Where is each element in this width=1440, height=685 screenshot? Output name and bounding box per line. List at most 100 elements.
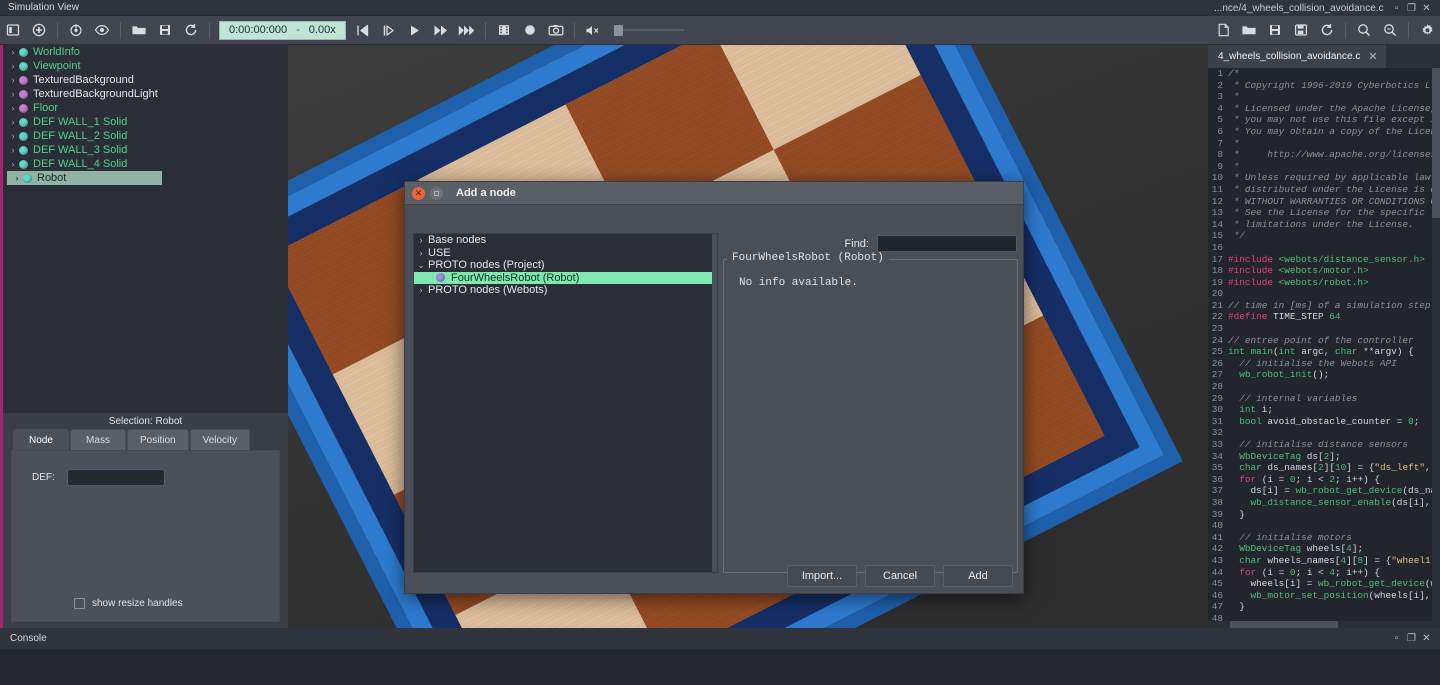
save-icon[interactable] xyxy=(152,19,178,41)
chevron-right-icon[interactable]: › xyxy=(7,159,19,169)
line-number: 1 xyxy=(1208,68,1228,80)
run-icon[interactable] xyxy=(454,19,480,41)
code-editor-area[interactable]: 1/* 2 * Copyright 1996-2019 Cyberbotics L… xyxy=(1208,68,1440,628)
chevron-right-icon[interactable]: › xyxy=(7,131,19,141)
replace-icon[interactable] xyxy=(1377,19,1403,41)
close-icon[interactable]: ✕ xyxy=(412,186,425,200)
node-type-tree[interactable]: › Base nodes › USE ⌄ PROTO nodes (Project) Fou… xyxy=(413,233,718,573)
chevron-right-icon[interactable]: › xyxy=(7,89,19,99)
record-icon[interactable] xyxy=(517,19,543,41)
scene-tree-item[interactable]: › DEF WALL_2 Solid xyxy=(3,129,288,143)
add-node-icon[interactable] xyxy=(26,19,52,41)
maximize-icon[interactable]: ▫ xyxy=(1389,3,1404,14)
node-tree-item[interactable]: › Base nodes xyxy=(414,234,717,247)
close-tab-icon[interactable]: ✕ xyxy=(1368,50,1377,63)
dialog-titlebar[interactable]: ✕ Add a node xyxy=(405,182,1023,205)
new-file-icon[interactable] xyxy=(1210,19,1236,41)
reload-icon[interactable] xyxy=(1314,19,1340,41)
code-scroll-thumb[interactable] xyxy=(1432,68,1440,218)
scene-tree-item[interactable]: › WorldInfo xyxy=(3,45,288,59)
open-folder-icon[interactable] xyxy=(1236,19,1262,41)
node-tree-item[interactable]: ⌄ PROTO nodes (Project) xyxy=(414,259,717,272)
find-icon[interactable] xyxy=(1351,19,1377,41)
code-line: 29 // internal variables xyxy=(1208,392,1440,405)
scene-tree-item[interactable]: › TexturedBackgroundLight xyxy=(3,87,288,101)
add-node-dialog: ✕ Add a node › Base nodes › USE ⌄ PROTO nodes… xyxy=(404,181,1024,594)
tab-mass[interactable]: Mass xyxy=(70,429,126,450)
rewind-icon[interactable] xyxy=(350,19,376,41)
def-label: DEF: xyxy=(32,472,55,483)
import-button[interactable]: Import... xyxy=(787,565,857,587)
scene-tree-item[interactable]: › Robot xyxy=(3,171,288,185)
code-vertical-scrollbar[interactable] xyxy=(1432,68,1440,628)
reload-icon[interactable] xyxy=(178,19,204,41)
camera-icon[interactable] xyxy=(543,19,569,41)
scene-tree-item[interactable]: › Viewpoint xyxy=(3,59,288,73)
node-type-icon xyxy=(19,47,28,57)
sidebar-toggle-icon[interactable] xyxy=(0,19,26,41)
volume-knob[interactable] xyxy=(613,25,623,36)
node-tree-item-selected[interactable]: FourWheelsRobot (Robot) xyxy=(414,271,717,284)
cancel-button[interactable]: Cancel xyxy=(865,565,935,587)
editor-tab-active[interactable]: 4_wheels_collision_avoidance.c ✕ xyxy=(1208,45,1387,68)
editor-tab-label: 4_wheels_collision_avoidance.c xyxy=(1218,51,1361,62)
show-resize-handles-row[interactable]: show resize handles xyxy=(74,598,183,609)
restore-icon[interactable]: ❐ xyxy=(1404,3,1419,14)
line-number: 12 xyxy=(1208,195,1228,208)
code-text: * Copyright 1996-2019 Cyberbotics Lt xyxy=(1228,79,1437,91)
movie-icon[interactable] xyxy=(491,19,517,41)
chevron-right-icon[interactable]: › xyxy=(7,61,19,71)
chevron-right-icon[interactable]: › xyxy=(414,248,428,258)
close-icon[interactable]: ✕ xyxy=(1419,3,1434,14)
chevron-right-icon[interactable]: › xyxy=(7,75,19,85)
show-resize-handles-checkbox[interactable] xyxy=(74,598,85,609)
maximize-icon[interactable]: ▫ xyxy=(1389,633,1404,644)
chevron-right-icon[interactable]: › xyxy=(414,285,428,295)
save-icon[interactable] xyxy=(1262,19,1288,41)
volume-slider[interactable] xyxy=(612,23,684,37)
scene-tree-item[interactable]: › DEF WALL_4 Solid xyxy=(3,157,288,171)
scene-tree-item[interactable]: › Floor xyxy=(3,101,288,115)
chevron-right-icon[interactable]: › xyxy=(414,235,428,245)
step-icon[interactable] xyxy=(376,19,402,41)
orientation-icon[interactable] xyxy=(63,19,89,41)
eye-icon[interactable] xyxy=(89,19,115,41)
chevron-right-icon[interactable]: › xyxy=(7,103,19,113)
close-icon[interactable]: ✕ xyxy=(1419,633,1434,644)
restore-icon[interactable]: ❐ xyxy=(1404,633,1419,644)
find-input[interactable] xyxy=(877,235,1017,252)
code-horizontal-scrollbar[interactable] xyxy=(1208,621,1440,628)
node-tree-item[interactable]: › USE xyxy=(414,247,717,260)
scene-tree-item[interactable]: › TexturedBackground xyxy=(3,73,288,87)
scene-tree-panel[interactable]: › WorldInfo › Viewpoint › TexturedBackground ›… xyxy=(3,45,288,413)
chevron-right-icon[interactable]: › xyxy=(7,47,19,57)
simulation-time-display[interactable]: 0:00:00:000 - 0.00x xyxy=(219,20,346,40)
chevron-right-icon[interactable]: › xyxy=(7,117,19,127)
play-icon[interactable] xyxy=(402,19,428,41)
toolbar-separator xyxy=(1408,21,1409,39)
node-tree-scrollbar[interactable] xyxy=(712,234,717,572)
code-line: 45 wheels[i] = wb_robot_get_device(w xyxy=(1208,578,1440,590)
chevron-right-icon[interactable]: › xyxy=(7,145,19,155)
scene-tree-item[interactable]: › DEF WALL_1 Solid xyxy=(3,115,288,129)
open-folder-icon[interactable] xyxy=(126,19,152,41)
scene-tree-item[interactable]: › DEF WALL_3 Solid xyxy=(3,143,288,157)
line-number: 5 xyxy=(1208,114,1228,126)
chevron-down-icon[interactable]: ⌄ xyxy=(414,260,428,271)
add-button[interactable]: Add xyxy=(943,565,1013,587)
code-hscroll-thumb[interactable] xyxy=(1230,621,1338,628)
gear-icon[interactable] xyxy=(1414,19,1440,41)
tab-position[interactable]: Position xyxy=(127,429,189,450)
code-text: * limitations under the License. xyxy=(1228,218,1414,230)
fast-forward-icon[interactable] xyxy=(428,19,454,41)
tab-node[interactable]: Node xyxy=(13,429,69,450)
node-tree-item[interactable]: › PROTO nodes (Webots) xyxy=(414,284,717,297)
save-as-icon[interactable] xyxy=(1288,19,1314,41)
sound-mute-icon[interactable] xyxy=(580,19,606,41)
def-input[interactable] xyxy=(66,469,165,486)
toolbar-separator xyxy=(573,21,575,39)
chevron-right-icon[interactable]: › xyxy=(11,173,23,183)
tab-velocity[interactable]: Velocity xyxy=(189,429,251,450)
minimize-icon[interactable] xyxy=(430,186,443,200)
